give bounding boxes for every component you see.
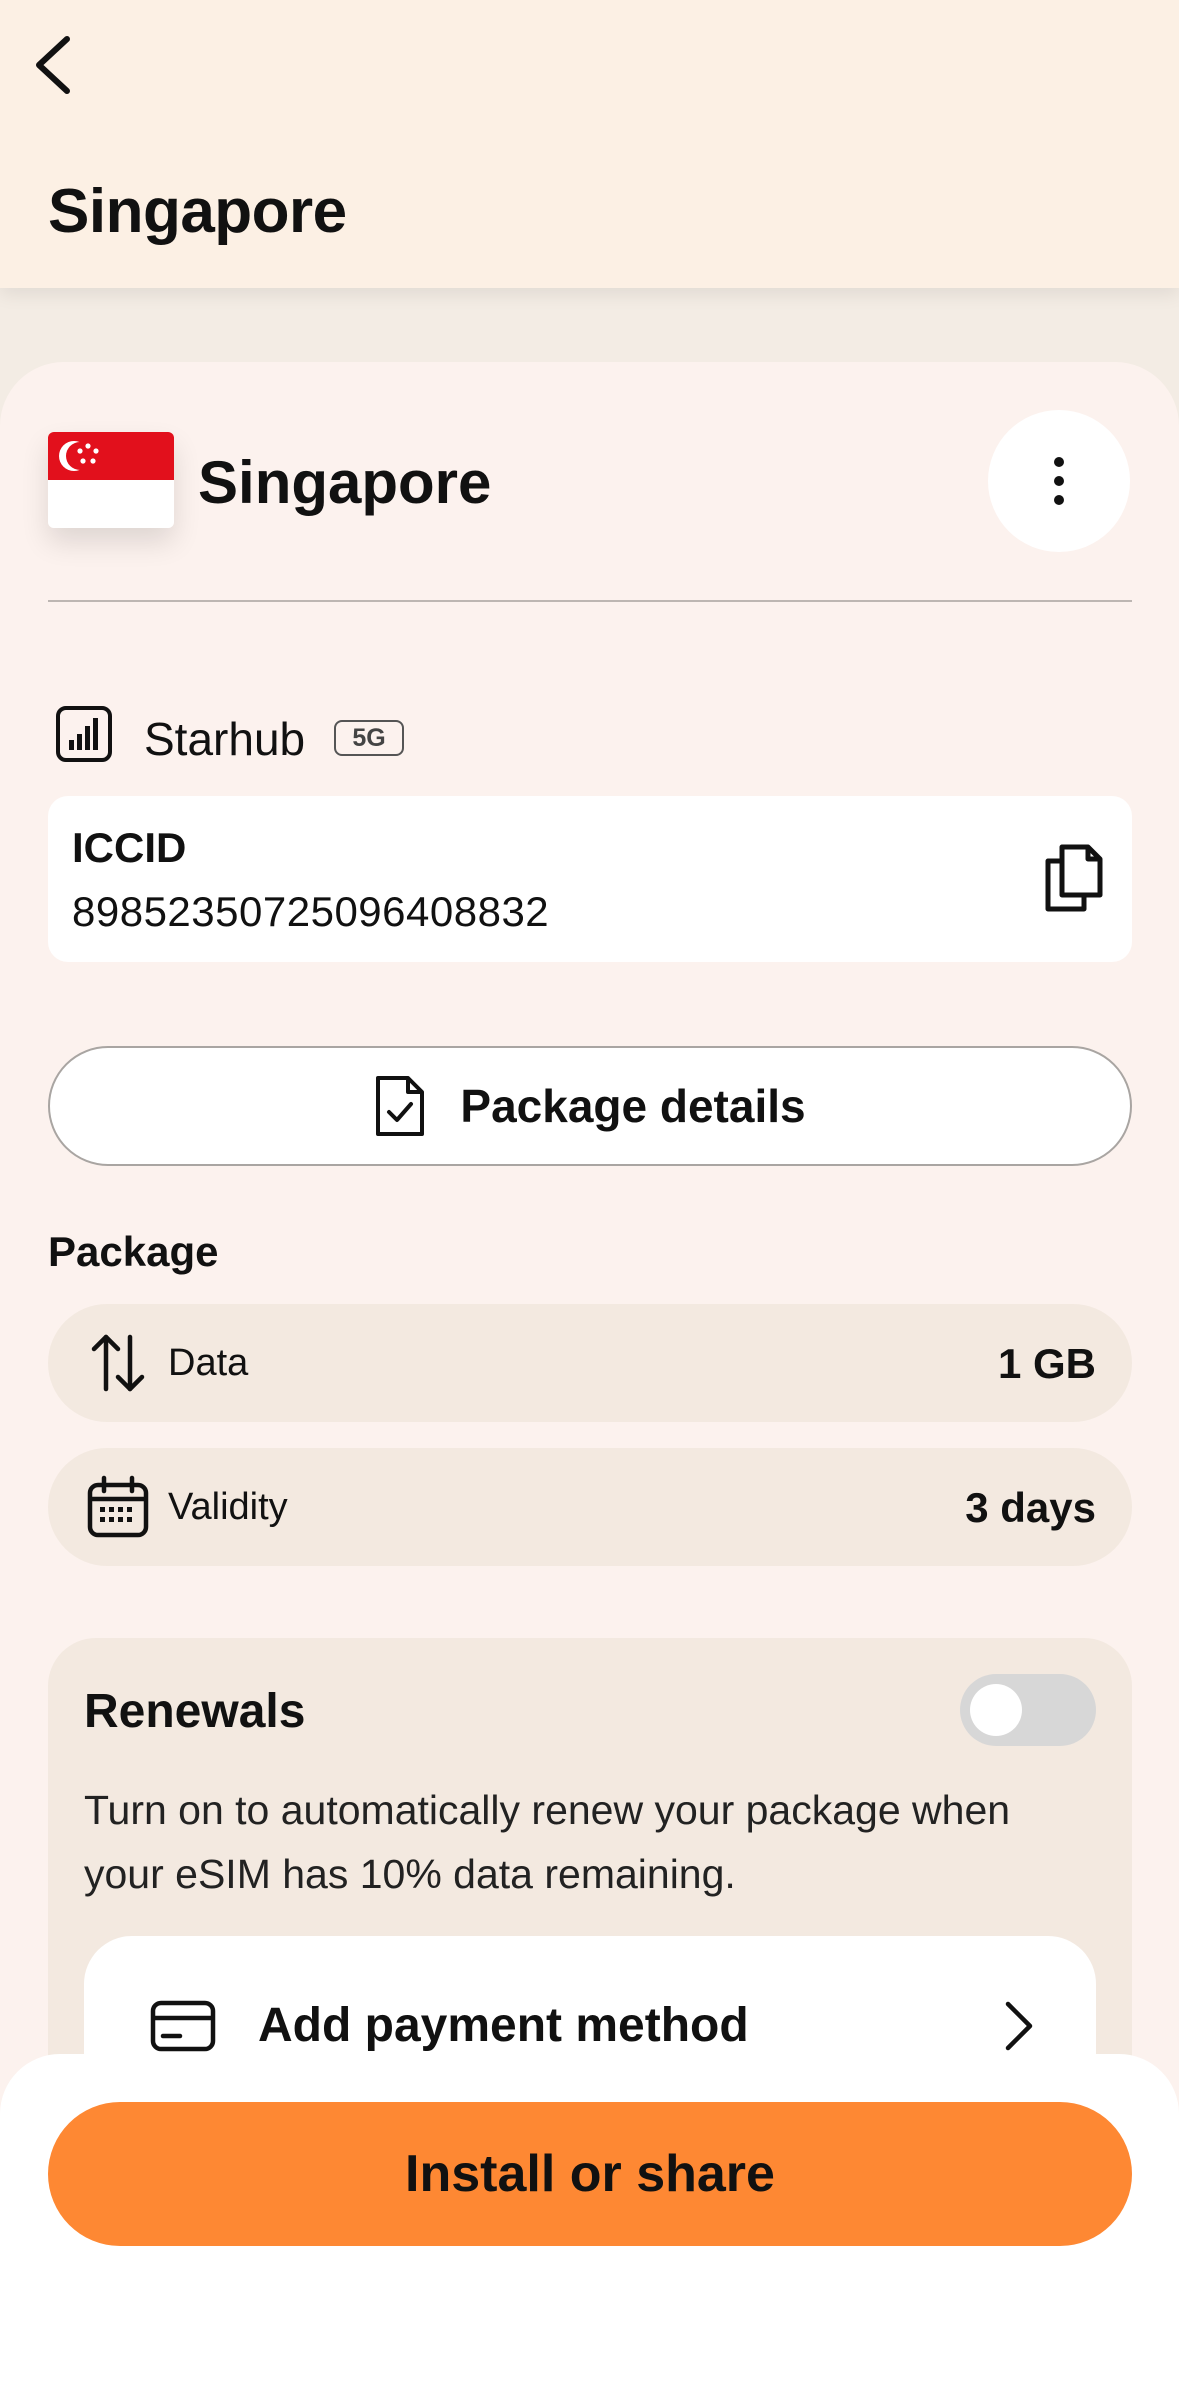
divider	[48, 600, 1132, 602]
top-bar: Singapore	[0, 0, 1179, 288]
add-payment-method-label: Add payment method	[258, 1999, 749, 2052]
iccid-box: ICCID 8985235072509640​8832	[48, 796, 1132, 962]
iccid-label: ICCID	[72, 824, 187, 871]
bottom-action-sheet: Install or share	[0, 2054, 1179, 2396]
package-row-label: Data	[168, 1342, 249, 1384]
page-title: Singapore	[48, 177, 347, 246]
package-row-data: Data 1 GB	[48, 1304, 1132, 1422]
package-section-title: Package	[48, 1228, 219, 1275]
iccid-value: 8985235072509640​8832	[72, 888, 550, 935]
singapore-flag-icon	[48, 432, 174, 528]
package-row-value: 3 days	[965, 1484, 1096, 1531]
calendar-icon	[87, 1475, 149, 1538]
package-details-button[interactable]: Package details	[48, 1046, 1132, 1166]
package-row-validity: Validity 3 days	[48, 1448, 1132, 1566]
signal-icon	[56, 706, 112, 762]
toggle-knob	[970, 1684, 1022, 1736]
package-details-label: Package details	[460, 1080, 806, 1132]
chevron-right-icon	[1005, 2001, 1033, 2051]
document-check-icon	[376, 1076, 425, 1136]
more-vertical-icon	[1054, 457, 1064, 505]
data-transfer-icon	[91, 1334, 145, 1392]
country-name: Singapore	[198, 449, 492, 516]
network-badge: 5G	[334, 720, 404, 756]
network-name: Starhub	[144, 713, 306, 765]
credit-card-icon	[150, 2000, 216, 2052]
copy-iccid-button[interactable]	[1034, 836, 1114, 920]
package-row-value: 1 GB	[997, 1340, 1096, 1387]
install-or-share-button[interactable]: Install or share	[48, 2102, 1132, 2246]
renewals-title: Renewals	[84, 1685, 306, 1738]
renewals-description: Turn on to automatically renew your pack…	[84, 1787, 1011, 1897]
back-arrow-icon	[36, 36, 70, 94]
back-button[interactable]	[18, 30, 88, 100]
copy-icon	[1045, 844, 1103, 912]
auto-renew-toggle[interactable]	[960, 1674, 1096, 1746]
more-options-button[interactable]	[988, 410, 1130, 552]
package-row-label: Validity	[168, 1486, 288, 1528]
